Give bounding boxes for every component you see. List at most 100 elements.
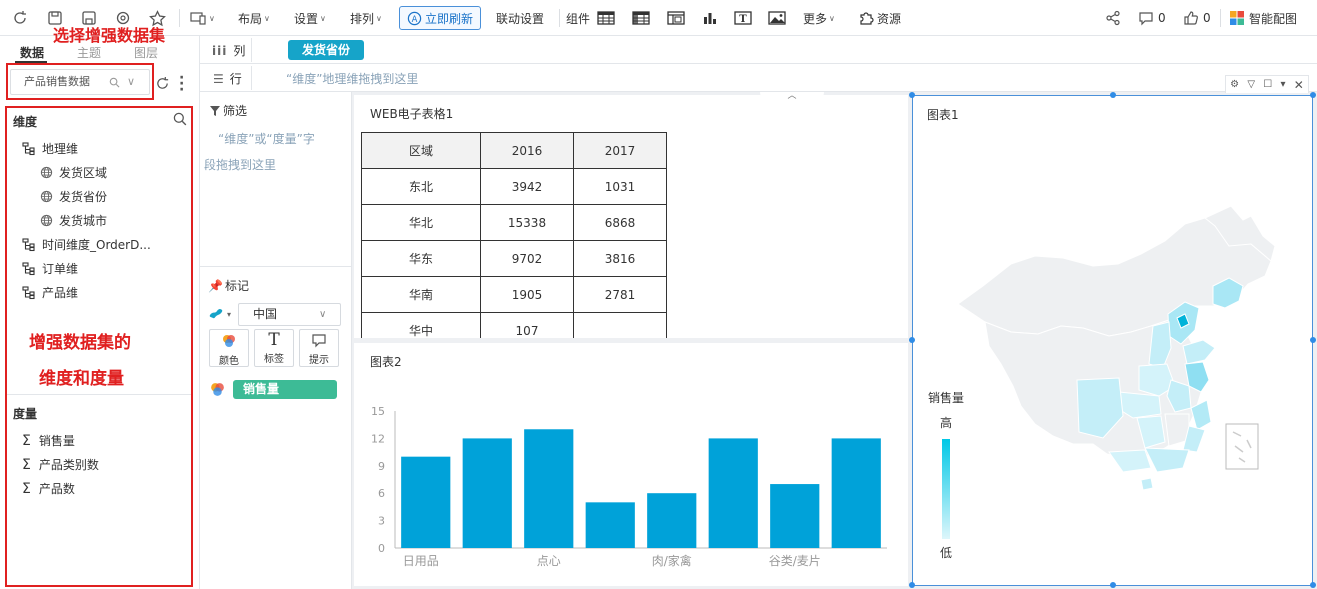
table-row: 华北 15338 6868 xyxy=(361,204,667,241)
linkage-settings-button[interactable]: 联动设置 xyxy=(496,0,544,36)
filter-icon xyxy=(210,105,220,116)
table-cell[interactable]: 华中 xyxy=(361,312,481,338)
web-spreadsheet-widget[interactable]: WEB电子表格1 区域 2016 2017 东北 3942 1031 华北 15338 6868… xyxy=(354,95,908,338)
table-row: 东北 3942 1031 xyxy=(361,168,667,205)
measure-item[interactable]: Σ 销售量 xyxy=(22,432,75,449)
resize-handle[interactable] xyxy=(1310,337,1316,343)
table-cell[interactable] xyxy=(573,312,667,338)
dimension-item[interactable]: 地理维 xyxy=(22,140,78,157)
resources-button[interactable]: 资源 xyxy=(858,0,901,36)
bar xyxy=(831,438,881,548)
more-vertical-icon[interactable]: · · · xyxy=(179,71,184,97)
reload-dataset-icon[interactable] xyxy=(155,76,170,94)
map-region-select[interactable]: 中国 ∨ xyxy=(238,303,341,326)
resize-handle[interactable] xyxy=(1110,92,1116,98)
refresh-icon[interactable] xyxy=(12,0,28,36)
legend-low-label: 低 xyxy=(940,546,952,560)
hierarchy-icon xyxy=(22,285,35,299)
dimension-item[interactable]: 发货省份 xyxy=(40,188,107,205)
table-cell[interactable]: 华南 xyxy=(361,276,481,313)
filter-icon[interactable]: ▽ xyxy=(1247,79,1255,90)
bar xyxy=(647,493,697,548)
rows-drop-hint: “维度”地理维拖拽到这里 xyxy=(286,72,419,86)
table-cell[interactable]: 15338 xyxy=(480,204,574,241)
filter-drop-hint[interactable]: “维度”或“度量”字 段拖拽到这里 xyxy=(204,126,350,178)
maximize-icon[interactable]: ☐ xyxy=(1263,79,1272,90)
marks-label-button[interactable]: T 标签 xyxy=(254,329,294,367)
table-cell[interactable]: 2016 xyxy=(480,132,574,169)
table-cell[interactable]: 1905 xyxy=(480,276,574,313)
y-tick-label: 15 xyxy=(371,405,385,418)
table-cell[interactable]: 华东 xyxy=(361,240,481,277)
table-cell[interactable]: 3942 xyxy=(480,168,574,205)
table-row: 华东 9702 3816 xyxy=(361,240,667,277)
gear-icon[interactable]: ⚙ xyxy=(1230,79,1239,90)
columns-shelf[interactable]: iii 列 xyxy=(200,36,1317,64)
measure-item[interactable]: Σ 产品类别数 xyxy=(22,456,99,473)
table-cell[interactable]: 3816 xyxy=(573,240,667,277)
measure-item[interactable]: Σ 产品数 xyxy=(22,480,75,497)
svg-text:A: A xyxy=(412,13,418,23)
legend-title: 销售量 xyxy=(928,390,964,405)
crosstab-component-icon[interactable] xyxy=(632,0,650,36)
sigma-icon: Σ xyxy=(22,480,31,497)
collapse-toggle-icon[interactable]: ︿ xyxy=(760,92,824,102)
more-menu[interactable]: 更多 ∨ xyxy=(803,0,835,36)
arrange-menu[interactable]: 排列 ∨ xyxy=(350,0,382,36)
like-button[interactable]: 0 xyxy=(1183,0,1211,36)
share-icon[interactable] xyxy=(1105,0,1121,36)
close-icon[interactable]: ✕ xyxy=(1294,78,1304,92)
dimension-item[interactable]: 时间维度_OrderD... xyxy=(22,236,151,253)
refresh-now-button[interactable]: A 立即刷新 xyxy=(399,6,481,30)
text-component-icon[interactable]: T xyxy=(734,0,752,36)
map-type-icon[interactable]: ▾ xyxy=(209,307,231,321)
rows-icon: ☰ xyxy=(213,71,224,86)
freeform-table-icon[interactable] xyxy=(667,0,685,36)
table-cell[interactable]: 2017 xyxy=(573,132,667,169)
table-cell[interactable]: 东北 xyxy=(361,168,481,205)
table-cell[interactable]: 1031 xyxy=(573,168,667,205)
table-cell[interactable]: 107 xyxy=(480,312,574,338)
field-search-icon[interactable] xyxy=(173,112,187,129)
table-cell[interactable]: 6868 xyxy=(573,204,667,241)
table-cell[interactable]: 区域 xyxy=(361,132,481,169)
table-cell[interactable]: 9702 xyxy=(480,240,574,277)
map-chart-widget[interactable]: 图表1 销售量 高 低 xyxy=(912,95,1313,586)
dimension-item[interactable]: 订单维 xyxy=(22,260,78,277)
pin-icon: 📌 xyxy=(208,278,223,293)
top-toolbar: ∨ 布局 ∨ 设置 ∨ 排列 ∨ A 立即刷新 联动设置 组件 T 更多 ∨ 资… xyxy=(0,0,1317,36)
resize-handle[interactable] xyxy=(1310,582,1316,588)
tab-layers[interactable]: 图层 xyxy=(134,44,158,61)
comments-button[interactable]: 0 xyxy=(1138,0,1166,36)
marks-color-button[interactable]: 颜色 xyxy=(209,329,249,367)
dimension-item[interactable]: 产品维 xyxy=(22,284,78,301)
resize-handle[interactable] xyxy=(909,582,915,588)
rows-shelf[interactable]: ☰ 行 “维度”地理维拖拽到这里 xyxy=(200,64,1317,92)
bar-chart-widget[interactable]: 图表2 0 3 6 9 12 15 日用品 点心 肉/家禽 谷类/麦片 xyxy=(354,343,908,586)
y-tick-label: 6 xyxy=(378,487,385,500)
settings-menu[interactable]: 设置 ∨ xyxy=(294,0,326,36)
resize-handle[interactable] xyxy=(909,92,915,98)
menu-caret-icon[interactable]: ▾ xyxy=(1281,79,1286,90)
smart-color-button[interactable]: 智能配图 xyxy=(1229,0,1297,36)
device-icon[interactable]: ∨ xyxy=(190,0,215,36)
table-cell[interactable]: 华北 xyxy=(361,204,481,241)
tab-theme[interactable]: 主题 xyxy=(77,44,101,61)
resize-handle[interactable] xyxy=(1110,582,1116,588)
resize-handle[interactable] xyxy=(1310,92,1316,98)
bar-chart-component-icon[interactable] xyxy=(702,0,718,36)
marks-tooltip-button[interactable]: 提示 xyxy=(299,329,339,367)
image-component-icon[interactable] xyxy=(768,0,786,36)
dimension-item[interactable]: 发货区域 xyxy=(40,164,107,181)
color-field-pill-sales[interactable]: 销售量 xyxy=(233,380,337,399)
dimension-item[interactable]: 发货城市 xyxy=(40,212,107,229)
annotation-choose-dataset: 选择增强数据集 xyxy=(53,26,166,45)
table-cell[interactable]: 2781 xyxy=(573,276,667,313)
resize-handle[interactable] xyxy=(909,337,915,343)
table-component-icon[interactable] xyxy=(597,0,615,36)
sigma-icon: Σ xyxy=(22,432,31,449)
column-pill-province[interactable]: 发货省份 xyxy=(288,40,364,60)
layout-menu[interactable]: 布局 ∨ xyxy=(238,0,270,36)
tab-data[interactable]: 数据 xyxy=(20,44,44,61)
annotation-dims-line2: 维度和度量 xyxy=(39,369,124,389)
